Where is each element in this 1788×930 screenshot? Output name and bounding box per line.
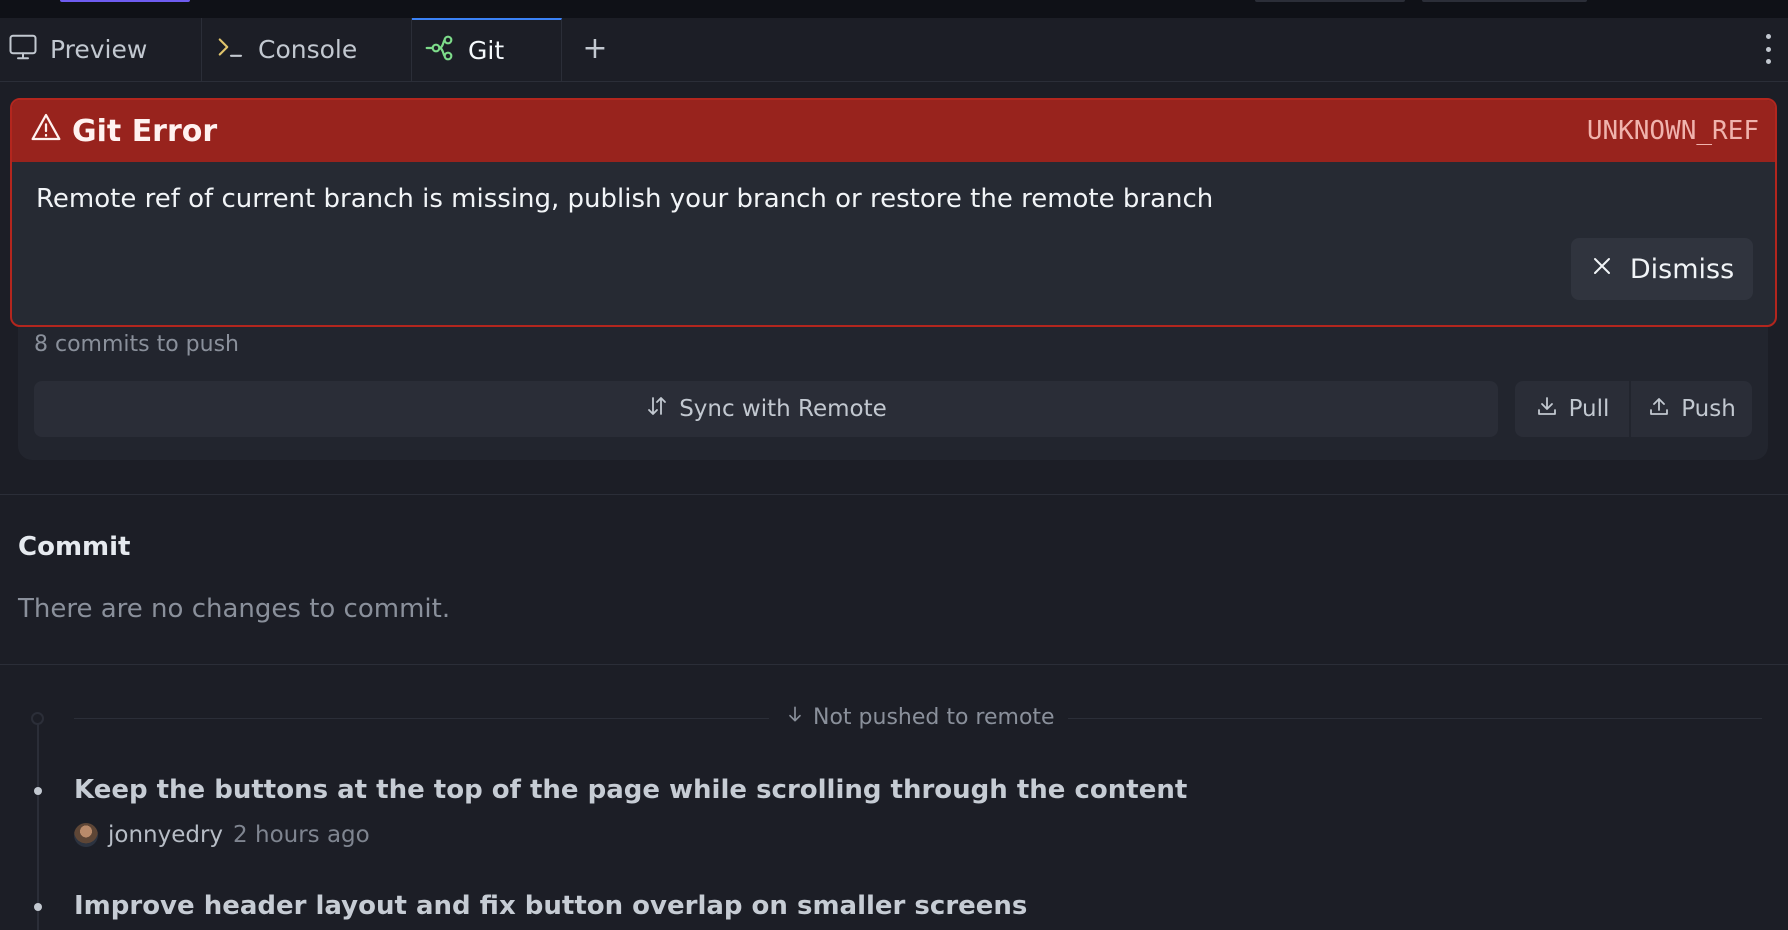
not-pushed-text: Not pushed to remote <box>813 704 1055 730</box>
more-options-icon[interactable] <box>1762 34 1774 64</box>
commit-time: 2 hours ago <box>233 822 370 848</box>
commit-section-title: Commit <box>18 532 131 562</box>
active-indicator <box>60 0 190 2</box>
sync-with-remote-button[interactable]: Sync with Remote <box>34 381 1498 437</box>
plus-icon: + <box>582 31 608 66</box>
section-divider <box>0 664 1788 665</box>
tab-preview[interactable]: Preview <box>0 18 202 81</box>
top-strip <box>0 0 1788 18</box>
tab-console[interactable]: Console <box>202 18 412 81</box>
tab-git[interactable]: Git <box>412 18 562 81</box>
pull-button[interactable]: Pull <box>1515 381 1629 437</box>
tab-label: Git <box>468 36 505 65</box>
divider <box>74 718 769 719</box>
download-icon <box>1535 394 1559 424</box>
timeline-line <box>37 714 39 930</box>
no-changes-text: There are no changes to commit. <box>18 594 451 624</box>
sync-label: Sync with Remote <box>679 396 887 422</box>
arrows-up-down-icon <box>645 394 669 424</box>
push-label: Push <box>1681 396 1736 422</box>
section-divider <box>0 494 1788 495</box>
commit-meta: jonnyedry 2 hours ago <box>74 822 370 848</box>
error-code: UNKNOWN_REF <box>1586 116 1759 146</box>
top-pill <box>1422 0 1587 2</box>
commit-message[interactable]: Improve header layout and fix button ove… <box>74 891 1027 921</box>
alert-title-text: Git Error <box>72 113 218 149</box>
arrow-down-icon <box>785 704 805 730</box>
divider <box>1068 718 1762 719</box>
commit-author: jonnyedry <box>108 822 224 848</box>
commits-to-push-text: 8 commits to push <box>34 332 239 357</box>
git-branch-icon <box>424 32 456 70</box>
not-pushed-label: Not pushed to remote <box>785 704 1055 730</box>
push-button[interactable]: Push <box>1631 381 1752 437</box>
alert-title: Git Error <box>30 111 217 151</box>
tab-label: Console <box>258 35 358 64</box>
alert-header: Git Error UNKNOWN_REF <box>12 100 1775 162</box>
timeline-start-marker <box>31 712 44 725</box>
dismiss-label: Dismiss <box>1629 253 1735 285</box>
close-icon <box>1590 254 1614 285</box>
tab-label: Preview <box>50 35 148 64</box>
upload-icon <box>1647 394 1671 424</box>
pull-label: Pull <box>1568 396 1610 422</box>
tab-bar: Preview Console Git + <box>0 18 1788 82</box>
monitor-icon <box>8 32 38 68</box>
error-message: Remote ref of current branch is missing,… <box>36 184 1214 214</box>
avatar <box>74 823 98 847</box>
commit-dot <box>34 787 42 795</box>
top-pill <box>1255 0 1405 2</box>
commit-dot <box>34 903 42 911</box>
add-tab-button[interactable]: + <box>578 32 612 66</box>
dismiss-button[interactable]: Dismiss <box>1571 238 1753 300</box>
warning-icon <box>30 111 62 151</box>
git-error-alert: Git Error UNKNOWN_REF Remote ref of curr… <box>10 98 1777 327</box>
terminal-icon <box>216 32 246 68</box>
commit-message[interactable]: Keep the buttons at the top of the page … <box>74 775 1187 805</box>
